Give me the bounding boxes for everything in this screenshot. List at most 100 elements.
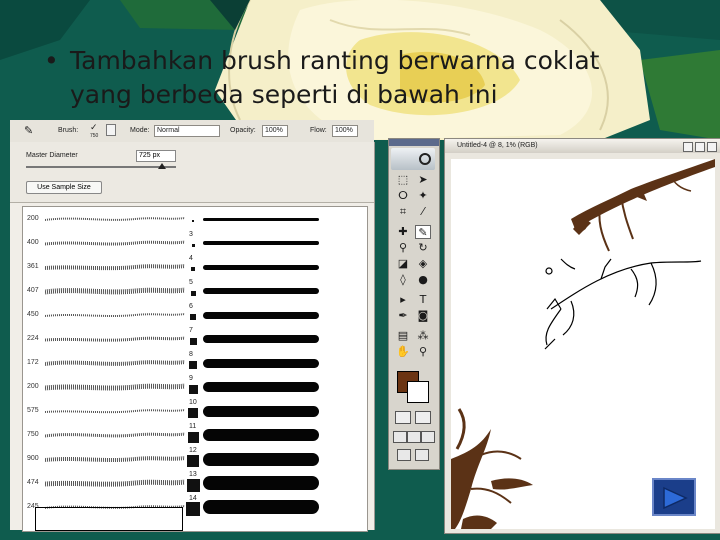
opacity-label: Opacity:: [230, 127, 256, 134]
quick-mask-icon[interactable]: [415, 411, 431, 424]
hard-brush-swatch: [191, 267, 195, 271]
brush-preset-row[interactable]: 575 10: [23, 399, 367, 423]
brush-tool-icon-selected[interactable]: ✎: [415, 225, 431, 239]
brush-size-label: 450: [27, 311, 39, 318]
brush-picker-button[interactable]: [106, 124, 116, 136]
brush-size-label: 400: [27, 239, 39, 246]
document-titlebar[interactable]: Untitled-4 @ 8, 1% (RGB): [445, 139, 720, 153]
brush-stroke-preview: [45, 262, 185, 272]
shape-tool-icon[interactable]: ◙: [415, 309, 431, 323]
brush-preset-row[interactable]: 900 12: [23, 447, 367, 471]
marquee-tool-icon[interactable]: ⬚: [395, 173, 411, 187]
bullet: •: [44, 46, 59, 75]
document-window: Untitled-4 @ 8, 1% (RGB): [444, 138, 720, 534]
stamp-tool-icon[interactable]: ⚲: [395, 241, 411, 255]
brush-thickness-preview: [203, 288, 319, 294]
lasso-tool-icon[interactable]: ⵔ: [395, 189, 411, 203]
brush-diameter-label: 10: [189, 399, 197, 406]
opacity-field[interactable]: 100%: [262, 125, 288, 137]
brush-preset-row[interactable]: 200 9: [23, 375, 367, 399]
brush-thickness-preview: [203, 405, 319, 417]
use-sample-size-button[interactable]: Use Sample Size: [26, 181, 102, 194]
brush-presets-panel: Master Diameter 725 px Use Sample Size 2…: [10, 142, 375, 532]
brush-diameter-label: 9: [189, 375, 193, 382]
eyedropper-icon[interactable]: ⁂: [415, 329, 431, 343]
slice-tool-icon[interactable]: ⁄: [415, 205, 431, 219]
standard-mode-icon[interactable]: [395, 411, 411, 424]
screen-mode-full-icon[interactable]: [421, 431, 435, 443]
brush-tool-icon[interactable]: ✎: [24, 124, 33, 137]
brush-diameter-label: 8: [189, 351, 193, 358]
brush-stroke-preview: [45, 454, 185, 464]
screen-mode-standard-icon[interactable]: [393, 431, 407, 443]
brush-diameter-label: 6: [189, 303, 193, 310]
hand-tool-icon[interactable]: ✋: [395, 345, 411, 359]
brush-preset-row[interactable]: 361 4: [23, 255, 367, 279]
notes-tool-icon[interactable]: ▤: [395, 329, 411, 343]
brush-diameter-label: 13: [189, 471, 197, 478]
magic-wand-icon[interactable]: ✦: [415, 189, 431, 203]
brush-size-label: 361: [27, 263, 39, 270]
eraser-tool-icon[interactable]: ◪: [395, 257, 411, 271]
minimize-button[interactable]: [683, 142, 693, 152]
brush-size-label: 172: [27, 359, 39, 366]
healing-brush-icon[interactable]: ✚: [395, 225, 411, 239]
blur-tool-icon[interactable]: ◊: [395, 273, 411, 287]
toolbox-titlebar[interactable]: [389, 139, 439, 146]
flow-field[interactable]: 100%: [332, 125, 358, 137]
master-diameter-slider[interactable]: [26, 166, 176, 168]
hard-brush-swatch: [187, 431, 199, 443]
brush-preset-row[interactable]: 224 7: [23, 327, 367, 351]
jump-to-imageready-icon[interactable]: [397, 449, 411, 461]
brush-preset-icon[interactable]: ✓: [90, 122, 98, 133]
type-tool-icon[interactable]: T: [415, 293, 431, 307]
document-canvas[interactable]: [451, 159, 715, 529]
brush-thickness-preview: [203, 217, 319, 221]
brush-preset-row[interactable]: 400 3: [23, 231, 367, 255]
brush-thickness-preview: [203, 476, 319, 490]
brush-size-label: 474: [27, 479, 39, 486]
hard-brush-swatch: [189, 337, 197, 345]
move-tool-icon[interactable]: ➤: [415, 173, 431, 187]
screen-mode-full-menu-icon[interactable]: [407, 431, 421, 443]
dodge-tool-icon[interactable]: ●: [415, 273, 431, 287]
crop-tool-icon[interactable]: ⌗: [395, 205, 411, 219]
pen-tool-icon[interactable]: ✒: [395, 309, 411, 323]
brush-list[interactable]: 200 400 3 361 4 407 5 450 6 224 7 172 8 200 9 575 10 750 1…: [22, 206, 368, 532]
hard-brush-swatch: [188, 408, 198, 418]
brush-size-label: 200: [27, 215, 39, 222]
brush-preset-row[interactable]: 407 5: [23, 279, 367, 303]
brush-stroke-preview: [45, 334, 185, 344]
maximize-button[interactable]: [695, 142, 705, 152]
brush-thickness-preview: [203, 335, 319, 343]
brush-diameter-label: 12: [189, 447, 197, 454]
imageready-icon[interactable]: [391, 148, 435, 170]
brush-size-label: 575: [27, 407, 39, 414]
brush-preset-row[interactable]: 450 6: [23, 303, 367, 327]
close-button[interactable]: [707, 142, 717, 152]
mode-select[interactable]: Normal: [154, 125, 220, 137]
brush-preset-row[interactable]: 750 11: [23, 423, 367, 447]
brush-preset-row[interactable]: 172 8: [23, 351, 367, 375]
brush-thickness-preview: [203, 264, 319, 270]
path-selection-icon[interactable]: ▸: [395, 293, 411, 307]
history-brush-icon[interactable]: ↻: [415, 241, 431, 255]
brush-stroke-preview: [45, 310, 185, 320]
edit-in-imageready-icon[interactable]: [415, 449, 429, 461]
brush-diameter-label: 14: [189, 495, 197, 502]
brush-diameter-label: 3: [189, 231, 193, 238]
paint-bucket-icon[interactable]: ◈: [415, 257, 431, 271]
brush-preset-row[interactable]: 474 13: [23, 471, 367, 495]
slider-knob[interactable]: [158, 163, 166, 169]
hard-brush-swatch: [190, 290, 196, 296]
master-diameter-field[interactable]: 725 px: [136, 150, 176, 162]
branch-artwork: [451, 159, 715, 529]
zoom-tool-icon[interactable]: ⚲: [415, 345, 431, 359]
hard-brush-swatch: [192, 220, 194, 222]
next-slide-button[interactable]: [652, 478, 696, 516]
brush-thickness-preview: [203, 500, 319, 514]
brush-diameter-label: 5: [189, 279, 193, 286]
hard-brush-swatch: [187, 455, 199, 467]
brush-preset-row[interactable]: 200: [23, 207, 367, 231]
background-color-swatch[interactable]: [407, 381, 429, 403]
